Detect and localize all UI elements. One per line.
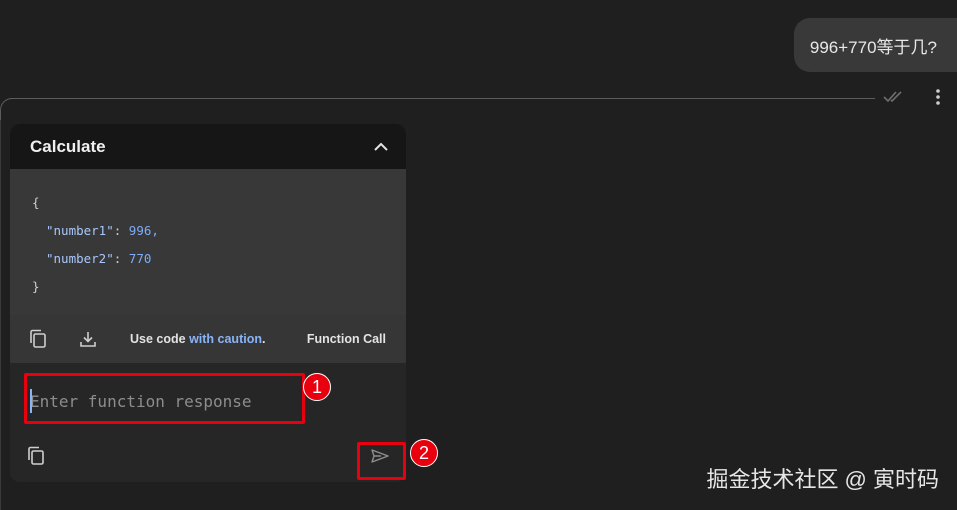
annotation-box-input [24, 373, 305, 424]
function-call-card: Calculate { "number1": 996, "number2": 7… [10, 124, 406, 482]
turn-left-border [0, 120, 1, 510]
watermark: 掘金技术社区 @ 寅时码 [706, 467, 939, 492]
annotation-badge: 1 [303, 373, 331, 401]
user-message-bubble: 996+770等于几? [793, 18, 957, 72]
more-vert-icon[interactable] [926, 85, 950, 109]
copy-icon[interactable] [24, 444, 48, 468]
code-line: "number1": 996, [46, 223, 159, 238]
code-line: } [32, 279, 40, 294]
annotation-box-send [357, 442, 406, 480]
card-header[interactable]: Calculate [10, 124, 406, 169]
download-icon[interactable] [76, 327, 100, 351]
turn-divider [10, 98, 875, 99]
caution-link[interactable]: with caution [189, 332, 262, 346]
code-line: "number2": 770 [46, 251, 152, 266]
user-message-text: 996+770等于几? [809, 37, 937, 57]
card-title: Calculate [30, 136, 106, 156]
code-block: { "number1": 996, "number2": 770 } [10, 169, 406, 315]
annotation-badge: 2 [410, 439, 438, 467]
copy-icon[interactable] [26, 327, 50, 351]
code-footer: Use code with caution. Function Call [10, 315, 406, 363]
caution-notice: Use code with caution. [130, 332, 266, 346]
double-check-icon [880, 86, 908, 108]
function-call-label: Function Call [306, 332, 386, 346]
code-line: { [32, 195, 40, 210]
chevron-up-icon[interactable] [370, 136, 392, 158]
